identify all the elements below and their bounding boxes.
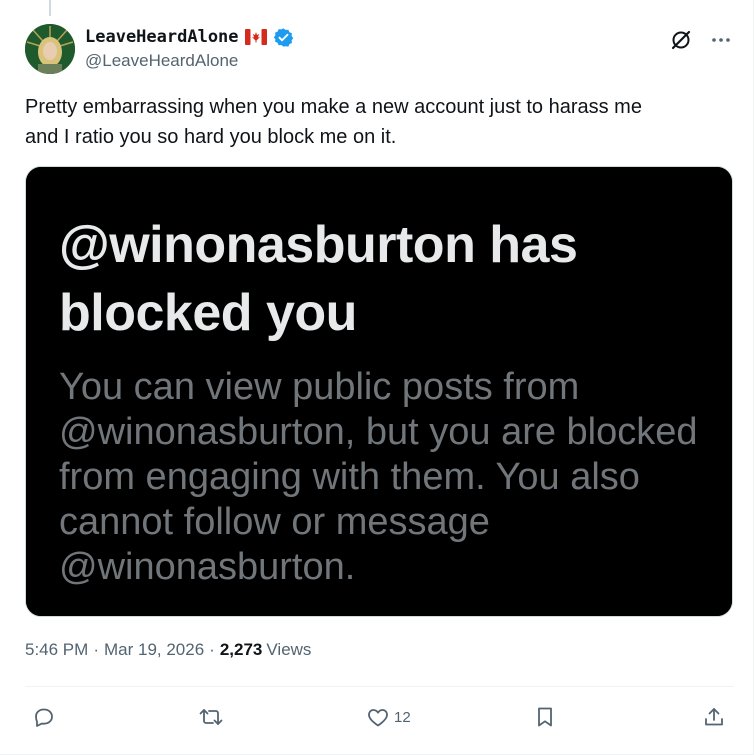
tweet-text: Pretty embarrassing when you make a new …: [25, 96, 642, 148]
grok-icon[interactable]: [668, 27, 694, 53]
divider: [25, 686, 734, 687]
display-name[interactable]: LeaveHeardAlone: [85, 27, 239, 47]
retweet-button[interactable]: [198, 700, 224, 734]
like-count: 12: [394, 708, 411, 726]
views-count: 2,273: [219, 640, 263, 659]
more-icon[interactable]: [708, 27, 734, 53]
views-label: Views: [266, 640, 312, 659]
heart-icon: [366, 705, 390, 729]
thread-connector-line: [49, 0, 51, 16]
tweet-media-image[interactable]: @winonasburton has blocked you You can v…: [25, 166, 733, 617]
avatar[interactable]: [25, 24, 75, 74]
tweet-time[interactable]: 5:46 PM: [25, 640, 88, 660]
meta-separator: ·: [93, 640, 99, 659]
like-button[interactable]: 12: [366, 700, 411, 734]
author-names: LeaveHeardAlone @LeaveHeardAlone: [85, 26, 294, 71]
share-icon: [702, 705, 726, 729]
header-actions: [668, 27, 734, 53]
blocked-notice-body: You can view public posts from @winonasb…: [59, 366, 698, 588]
tweet-header: LeaveHeardAlone @LeaveHeardAlone: [25, 24, 734, 76]
retweet-icon: [198, 705, 224, 729]
share-button[interactable]: [702, 700, 726, 734]
blocked-notice-title: @winonasburton has blocked you: [59, 216, 578, 342]
meta-separator: ·: [209, 640, 215, 659]
display-name-row: LeaveHeardAlone: [85, 26, 294, 48]
reply-button[interactable]: [32, 700, 56, 734]
canada-flag-icon: [244, 29, 267, 45]
bookmark-button[interactable]: [533, 700, 557, 734]
reply-icon: [32, 705, 56, 729]
blocked-notice-screenshot: @winonasburton has blocked you You can v…: [26, 167, 732, 616]
tweet-meta: 5:46 PM · Mar 19, 2026 · 2,273 Views: [25, 640, 311, 660]
tweet-date[interactable]: Mar 19, 2026: [104, 640, 204, 660]
bookmark-icon: [533, 705, 557, 729]
action-bar: 12: [25, 700, 733, 734]
author-handle[interactable]: @LeaveHeardAlone: [85, 51, 294, 71]
verified-badge-icon[interactable]: [273, 27, 294, 48]
